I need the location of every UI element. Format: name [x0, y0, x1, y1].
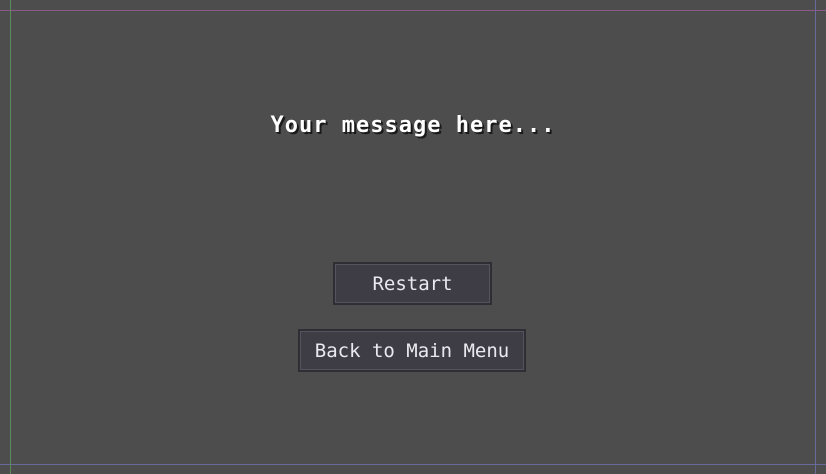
- viewport-guide-top: [0, 10, 826, 11]
- viewport-guide-left: [10, 0, 11, 474]
- viewport-guide-right: [815, 0, 816, 474]
- viewport-guide-bottom: [0, 464, 826, 465]
- restart-button-label: Restart: [372, 272, 453, 295]
- game-viewport: Your message here... Restart Back to Mai…: [0, 0, 826, 474]
- back-to-main-menu-button-label: Back to Main Menu: [314, 339, 510, 362]
- back-to-main-menu-button[interactable]: Back to Main Menu: [298, 329, 526, 372]
- restart-button[interactable]: Restart: [333, 262, 492, 305]
- message-label: Your message here...: [270, 113, 556, 138]
